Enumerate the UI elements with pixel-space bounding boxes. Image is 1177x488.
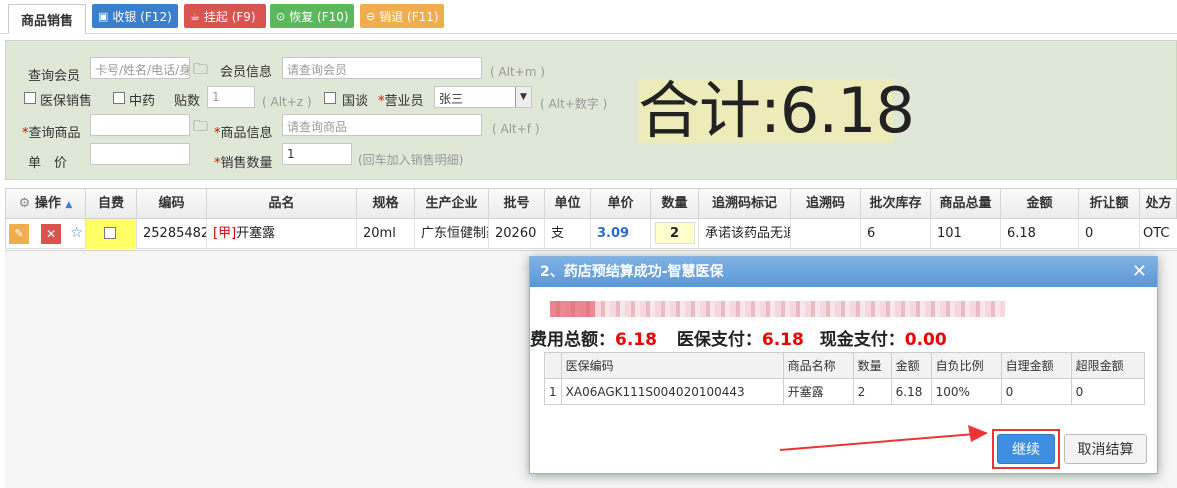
annotation-arrow (779, 425, 988, 451)
